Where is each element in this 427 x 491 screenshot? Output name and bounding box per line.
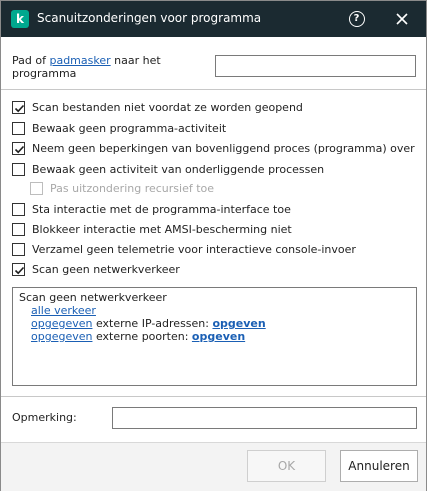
option-checkbox-row[interactable]: Verzamel geen telemetrie voor interactie… [12,241,356,257]
path-label-prefix: Pad of [12,54,50,67]
description-title: Scan geen netwerkverkeer [19,291,167,304]
option-checkbox-row[interactable]: Scan bestanden niet voordat ze worden ge… [12,99,303,115]
remark-label: Opmerking: [12,411,77,424]
option-label: Verzamel geen telemetrie voor interactie… [32,242,356,256]
checkbox-unchecked-icon[interactable] [12,162,25,176]
ip-specify-link[interactable]: opgeven [212,317,265,330]
path-label: Pad of padmasker naar het programma [12,54,207,80]
help-glyph: ? [353,13,360,24]
port-specified-link[interactable]: opgegeven [31,330,92,343]
option-checkbox-row: Pas uitzondering recursief toe [30,180,214,196]
checkbox-checked-icon[interactable] [12,262,25,276]
option-label: Pas uitzondering recursief toe [50,181,215,195]
help-icon[interactable]: ? [349,11,365,27]
port-line: opgegeven externe poorten: opgeven [19,330,410,343]
remark-input[interactable] [112,407,417,429]
path-mask-link[interactable]: padmasker [49,54,110,67]
traffic-link[interactable]: alle verkeer [31,304,96,317]
checkbox-unchecked-icon[interactable] [12,202,25,216]
ip-line: opgegeven externe IP-adressen: opgeven [19,317,410,330]
ok-button[interactable]: OK [247,450,326,482]
option-checkbox-row[interactable]: Blokkeer interactie met AMSI-bescherming… [12,221,292,237]
ip-text: externe IP-adressen: [92,317,213,330]
path-input[interactable] [215,55,416,77]
logo-glyph: k [16,12,24,26]
option-checkbox-row[interactable]: Bewaak geen activiteit van onderliggende… [12,161,324,177]
port-specify-link[interactable]: opgeven [192,330,245,343]
option-label: Sta interactie met de programma-interfac… [32,202,291,216]
option-checkbox-row[interactable]: Neem geen beperkingen van bovenliggend p… [12,140,415,156]
option-label: Neem geen beperkingen van bovenliggend p… [32,141,415,155]
option-label: Blokkeer interactie met AMSI-bescherming… [32,222,292,236]
divider [1,89,426,90]
kaspersky-logo-icon: k [11,10,29,28]
dialog-footer: OK Annuleren [1,442,426,491]
ip-specified-link[interactable]: opgegeven [31,317,92,330]
option-checkbox-row[interactable]: Bewaak geen programma-activiteit [12,120,226,136]
cancel-button[interactable]: Annuleren [340,450,418,482]
checkbox-checked-icon[interactable] [12,100,25,114]
option-label: Bewaak geen programma-activiteit [32,121,227,135]
exclusion-dialog: k Scanuitzonderingen voor programma ? Pa… [0,0,427,491]
option-checkbox-row[interactable]: Scan geen netwerkverkeer [12,261,180,277]
option-label: Scan geen netwerkverkeer [32,262,180,276]
checkbox-unchecked-icon [30,181,43,195]
title-bar: k Scanuitzonderingen voor programma ? [1,1,426,37]
option-checkbox-row[interactable]: Sta interactie met de programma-interfac… [12,201,291,217]
option-label: Scan bestanden niet voordat ze worden ge… [32,100,303,114]
window-title: Scanuitzonderingen voor programma [37,11,262,25]
option-label: Bewaak geen activiteit van onderliggende… [32,162,325,176]
checkbox-unchecked-icon[interactable] [12,242,25,256]
port-text: externe poorten: [92,330,192,343]
checkbox-checked-icon[interactable] [12,141,25,155]
checkbox-unchecked-icon[interactable] [12,121,25,135]
divider [1,396,426,397]
traffic-line: alle verkeer [19,304,410,317]
close-icon[interactable] [394,11,410,27]
rule-description-box: Scan geen netwerkverkeer alle verkeer op… [12,287,417,386]
checkbox-unchecked-icon[interactable] [12,222,25,236]
